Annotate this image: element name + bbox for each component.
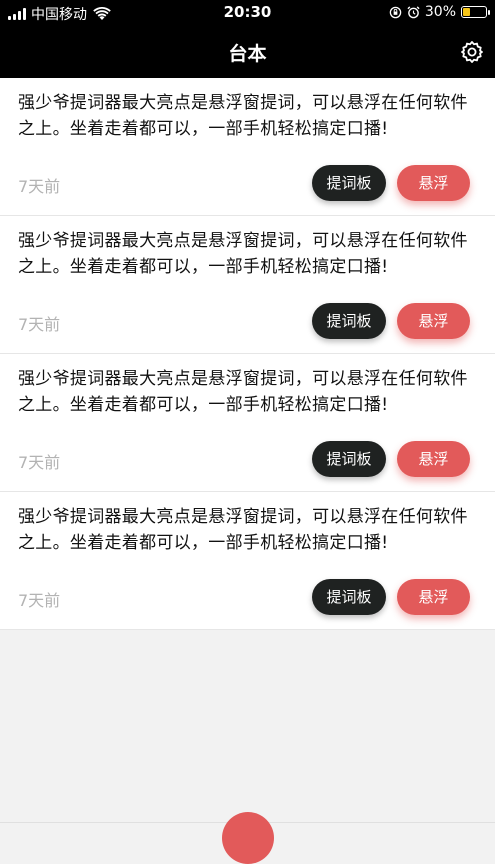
script-card[interactable]: 强少爷提词器最大亮点是悬浮窗提词，可以悬浮在任何软件之上。坐着走着都可以，一部手…	[0, 354, 495, 492]
page-title: 台本	[228, 43, 267, 65]
prompter-button[interactable]: 提词板	[312, 303, 386, 339]
script-list: 强少爷提词器最大亮点是悬浮窗提词，可以悬浮在任何软件之上。坐着走着都可以，一部手…	[0, 78, 495, 630]
add-script-button[interactable]	[222, 812, 274, 864]
battery-percent: 30%	[424, 4, 456, 20]
float-button[interactable]: 悬浮	[397, 165, 470, 201]
script-text: 强少爷提词器最大亮点是悬浮窗提词，可以悬浮在任何软件之上。坐着走着都可以，一部手…	[18, 231, 468, 277]
nav-bar: 台本	[0, 26, 495, 78]
rotation-lock-icon	[389, 6, 402, 18]
float-button[interactable]: 悬浮	[397, 303, 470, 339]
script-text: 强少爷提词器最大亮点是悬浮窗提词，可以悬浮在任何软件之上。坐着走着都可以，一部手…	[18, 93, 468, 139]
prompter-button[interactable]: 提词板	[312, 165, 386, 201]
status-right: 30%	[389, 4, 490, 20]
float-button[interactable]: 悬浮	[397, 441, 470, 477]
battery-icon	[461, 6, 490, 18]
script-time: 7天前	[18, 453, 61, 472]
float-button[interactable]: 悬浮	[397, 579, 470, 615]
script-text: 强少爷提词器最大亮点是悬浮窗提词，可以悬浮在任何软件之上。坐着走着都可以，一部手…	[18, 507, 468, 553]
script-time: 7天前	[18, 591, 61, 610]
script-card[interactable]: 强少爷提词器最大亮点是悬浮窗提词，可以悬浮在任何软件之上。坐着走着都可以，一部手…	[0, 492, 495, 630]
gear-icon[interactable]	[460, 40, 484, 64]
script-time: 7天前	[18, 315, 61, 334]
script-time: 7天前	[18, 177, 61, 196]
script-card[interactable]: 强少爷提词器最大亮点是悬浮窗提词，可以悬浮在任何软件之上。坐着走着都可以，一部手…	[0, 78, 495, 216]
status-bar: 中国移动 20:30 30%	[0, 0, 495, 26]
alarm-icon	[407, 5, 420, 18]
prompter-button[interactable]: 提词板	[312, 579, 386, 615]
script-card[interactable]: 强少爷提词器最大亮点是悬浮窗提词，可以悬浮在任何软件之上。坐着走着都可以，一部手…	[0, 216, 495, 354]
prompter-button[interactable]: 提词板	[312, 441, 386, 477]
script-text: 强少爷提词器最大亮点是悬浮窗提词，可以悬浮在任何软件之上。坐着走着都可以，一部手…	[18, 369, 468, 415]
